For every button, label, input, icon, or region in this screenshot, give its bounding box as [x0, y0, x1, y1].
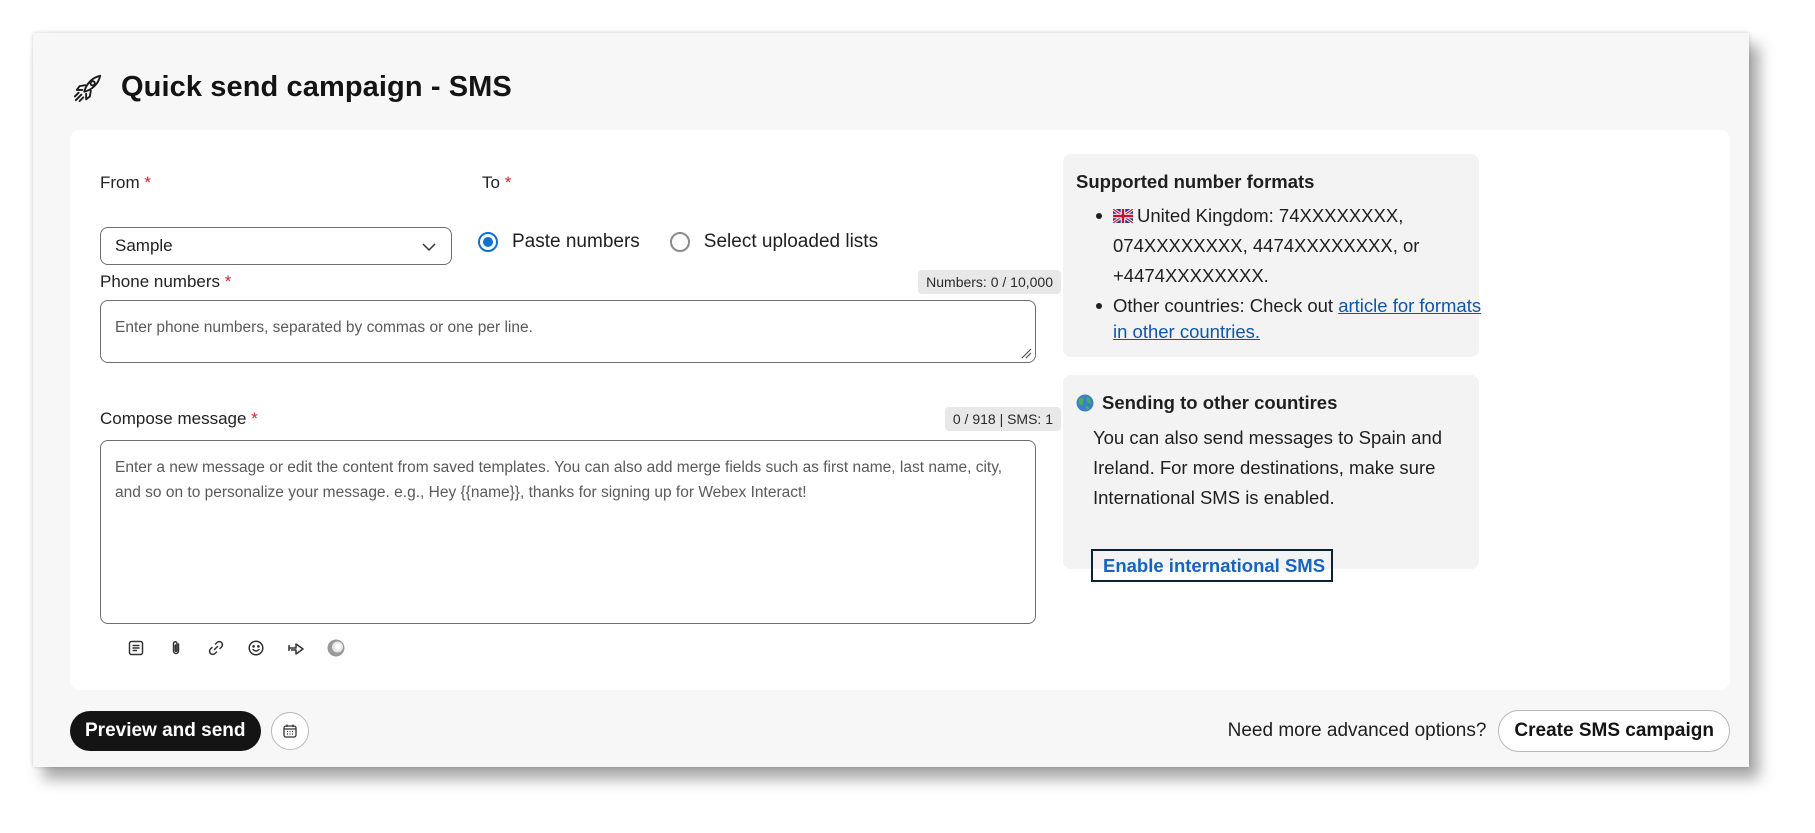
uk-format-text: United Kingdom: 74XXXXXXXX, 074XXXXXXXX,… [1113, 205, 1420, 286]
enable-international-sms-button[interactable]: Enable international SMS [1091, 549, 1334, 582]
numbers-counter: Numbers: 0 / 10,000 [918, 270, 1061, 294]
form-card: From * Sample To * Paste numbers Select … [70, 130, 1730, 690]
to-label-text: To [482, 173, 500, 192]
phone-numbers-label-text: Phone numbers [100, 272, 221, 291]
other-countries-text: Other countries: Check out [1113, 295, 1334, 316]
radio-unchecked-icon [669, 232, 690, 252]
emoji-icon[interactable] [244, 636, 267, 659]
uk-flag-icon [1113, 209, 1133, 223]
resize-grip-icon[interactable] [1020, 347, 1032, 359]
required-mark: * [224, 272, 232, 291]
radio-checked-icon [478, 232, 498, 252]
page-title: Quick send campaign - SMS [121, 71, 512, 103]
compose-label: Compose message * [100, 409, 258, 429]
quick-send-window: Quick send campaign - SMS From * Sample … [33, 33, 1749, 767]
calendar-icon [282, 724, 297, 738]
countries-panel-body: You can also send messages to Spain and … [1093, 427, 1443, 508]
attachment-icon[interactable] [164, 636, 187, 659]
other-countries-panel: Sending to other countires You can also … [1063, 375, 1479, 582]
schedule-button[interactable] [270, 712, 309, 750]
create-sms-campaign-button[interactable]: Create SMS campaign [1498, 710, 1730, 752]
link-icon[interactable] [204, 636, 227, 659]
template-icon[interactable] [124, 636, 147, 659]
phone-numbers-input[interactable]: Enter phone numbers, separated by commas… [100, 300, 1036, 363]
required-mark: * [504, 173, 512, 192]
to-radio-group: Paste numbers Select uploaded lists [478, 231, 908, 253]
footer-right: Need more advanced options? Create SMS c… [1228, 710, 1730, 752]
from-select[interactable]: Sample [100, 227, 452, 265]
required-mark: * [144, 173, 152, 192]
radio-label: Paste numbers [512, 231, 640, 252]
advanced-options-text: Need more advanced options? [1227, 720, 1487, 741]
radio-label: Select uploaded lists [703, 231, 879, 252]
globe-icon [1076, 394, 1094, 412]
select-lists-radio[interactable]: Select uploaded lists [669, 231, 879, 253]
message-counter: 0 / 918 | SMS: 1 [944, 407, 1061, 431]
footer-left: Preview and send [70, 711, 309, 751]
preview-and-send-button[interactable]: Preview and send [70, 711, 261, 751]
rocket-icon [73, 74, 102, 102]
ai-assist-icon[interactable] [324, 636, 347, 659]
compose-label-text: Compose message [100, 409, 247, 428]
phone-numbers-label: Phone numbers * [100, 272, 231, 292]
phone-numbers-placeholder: Enter phone numbers, separated by commas… [115, 319, 533, 336]
compose-toolbar [124, 636, 347, 659]
compose-placeholder: Enter a new message or edit the content … [115, 459, 1003, 501]
paste-numbers-radio[interactable]: Paste numbers [478, 231, 640, 253]
compose-message-input[interactable]: Enter a new message or edit the content … [100, 440, 1036, 624]
formats-list: United Kingdom: 74XXXXXXXX, 074XXXXXXXX,… [1093, 201, 1489, 345]
list-item: Other countries: Check out article for f… [1096, 291, 1489, 345]
from-selected-value: Sample [115, 236, 173, 255]
countries-panel-header: Sending to other countires [1076, 392, 1337, 414]
required-mark: * [251, 409, 258, 428]
formats-panel-title: Supported number formats [1076, 171, 1315, 192]
supported-formats-panel: Supported number formats United Kingdom:… [1063, 154, 1481, 357]
merge-field-icon[interactable] [284, 636, 307, 659]
chevron-down-icon [422, 243, 436, 252]
list-item: United Kingdom: 74XXXXXXXX, 074XXXXXXXX,… [1096, 201, 1489, 291]
from-label: From * [100, 173, 151, 193]
to-label: To * [482, 173, 511, 193]
countries-panel-title: Sending to other countires [1102, 392, 1338, 413]
from-label-text: From [100, 173, 140, 192]
page-header: Quick send campaign - SMS [73, 71, 512, 104]
